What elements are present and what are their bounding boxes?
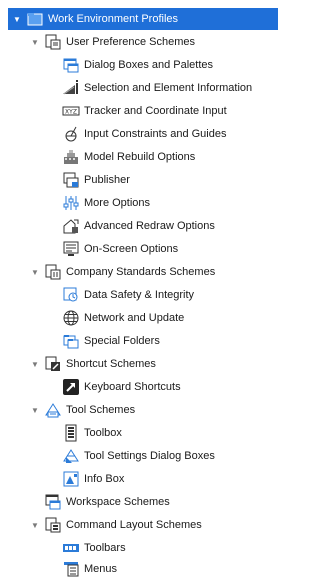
tree-item-advanced-redraw[interactable]: Advanced Redraw Options: [58, 215, 215, 237]
tree-item-model-rebuild[interactable]: Model Rebuild Options: [58, 146, 195, 168]
redraw-icon: [62, 217, 80, 235]
tree-item-label: Publisher: [84, 174, 130, 186]
tree-item-more-options[interactable]: More Options: [58, 192, 150, 214]
tree-group-label: Workspace Schemes: [66, 496, 170, 508]
scheme-icon: [44, 33, 62, 51]
tree-item-label: Network and Update: [84, 312, 185, 324]
disclosure-triangle-icon[interactable]: ▼: [30, 268, 40, 277]
tree-item-tool-settings[interactable]: Tool Settings Dialog Boxes: [58, 445, 215, 467]
tree-item-selection-info[interactable]: Selection and Element Information: [58, 77, 252, 99]
tree-item-network-update[interactable]: Network and Update: [58, 307, 184, 329]
disclosure-triangle-icon[interactable]: ▼: [30, 360, 40, 369]
tree-item-label: Selection and Element Information: [84, 82, 253, 94]
tree-item-label: Tracker and Coordinate Input: [84, 105, 227, 117]
xyz-tracker-icon: XYZ: [62, 102, 80, 120]
tree-item-label: Tool Settings Dialog Boxes: [84, 450, 215, 462]
tree-item-label: Toolbars: [84, 542, 126, 554]
tree-group-label: Shortcut Schemes: [66, 358, 156, 370]
tree-item-label: Info Box: [84, 473, 125, 485]
tree-item-label: Model Rebuild Options: [84, 151, 196, 163]
tree-root-label: Work Environment Profiles: [48, 13, 179, 25]
tool-settings-icon: [62, 447, 80, 465]
tree-item-keyboard-shortcuts[interactable]: Keyboard Shortcuts: [58, 376, 181, 398]
disclosure-triangle-icon[interactable]: ▼: [30, 38, 40, 47]
tree-group-user-preference-schemes[interactable]: ▼ User Preference Schemes: [30, 31, 195, 53]
tree-root-work-environment-profiles[interactable]: ▼ Work Environment Profiles: [8, 8, 278, 30]
dialog-boxes-icon: [62, 56, 80, 74]
tree-item-label: Data Safety & Integrity: [84, 289, 195, 301]
selection-info-icon: [62, 79, 80, 97]
tool-scheme-icon: [44, 401, 62, 419]
keyboard-shortcut-icon: [62, 378, 80, 396]
toolbox-icon: [62, 424, 80, 442]
disclosure-triangle-icon[interactable]: ▼: [30, 406, 40, 415]
info-box-icon: [62, 470, 80, 488]
globe-icon: [62, 309, 80, 327]
tree-item-toolbars[interactable]: Toolbars: [58, 537, 126, 559]
tree-item-input-constraints[interactable]: Input Constraints and Guides: [58, 123, 226, 145]
tree-item-on-screen[interactable]: On-Screen Options: [58, 238, 178, 260]
publisher-icon: [62, 171, 80, 189]
scheme-icon: [44, 516, 62, 534]
tree-group-company-standards-schemes[interactable]: ▼ Company Standards Schemes: [30, 261, 215, 283]
model-rebuild-icon: [62, 148, 80, 166]
tree-item-label: Input Constraints and Guides: [84, 128, 227, 140]
tree-group-label: Company Standards Schemes: [66, 266, 216, 278]
tree-item-toolbox[interactable]: Toolbox: [58, 422, 122, 444]
more-options-icon: [62, 194, 80, 212]
tree-group-workspace-schemes[interactable]: Workspace Schemes: [40, 491, 170, 513]
data-safety-icon: [62, 286, 80, 304]
tree-item-info-box[interactable]: Info Box: [58, 468, 124, 490]
tree-item-dialog-boxes[interactable]: Dialog Boxes and Palettes: [58, 54, 213, 76]
tree-item-publisher[interactable]: Publisher: [58, 169, 130, 191]
folder-icon: [26, 10, 44, 28]
on-screen-icon: [62, 240, 80, 258]
disclosure-triangle-icon[interactable]: ▼: [30, 521, 40, 530]
toolbars-icon: [62, 539, 80, 557]
menus-icon: [62, 560, 80, 578]
tree-item-label: On-Screen Options: [84, 243, 179, 255]
scheme-icon: [44, 355, 62, 373]
tree-item-label: More Options: [84, 197, 151, 209]
tree-item-label: Dialog Boxes and Palettes: [84, 59, 214, 71]
tree-item-label: Advanced Redraw Options: [84, 220, 215, 232]
tree-group-label: Tool Schemes: [66, 404, 136, 416]
workspace-icon: [44, 493, 62, 511]
tree-item-label: Keyboard Shortcuts: [84, 381, 181, 393]
tree-item-tracker[interactable]: XYZ Tracker and Coordinate Input: [58, 100, 227, 122]
tree-item-special-folders[interactable]: Special Folders: [58, 330, 160, 352]
tree-group-tool-schemes[interactable]: ▼ Tool Schemes: [30, 399, 135, 421]
svg-text:XYZ: XYZ: [65, 109, 77, 116]
tree-item-menus[interactable]: Menus: [58, 558, 117, 580]
tree-item-label: Special Folders: [84, 335, 160, 347]
tree-item-label: Menus: [84, 563, 118, 575]
scheme-icon: [44, 263, 62, 281]
tree-group-shortcut-schemes[interactable]: ▼ Shortcut Schemes: [30, 353, 156, 375]
work-environment-tree: ▼ Work Environment Profiles ▼ User Prefe…: [0, 0, 286, 580]
tree-item-label: Toolbox: [84, 427, 122, 439]
tree-group-command-layout-schemes[interactable]: ▼ Command Layout Schemes: [30, 514, 202, 536]
tree-group-label: User Preference Schemes: [66, 36, 195, 48]
special-folders-icon: [62, 332, 80, 350]
constraints-icon: [62, 125, 80, 143]
tree-item-data-safety[interactable]: Data Safety & Integrity: [58, 284, 194, 306]
tree-group-label: Command Layout Schemes: [66, 519, 202, 531]
disclosure-triangle-icon[interactable]: ▼: [12, 15, 22, 24]
